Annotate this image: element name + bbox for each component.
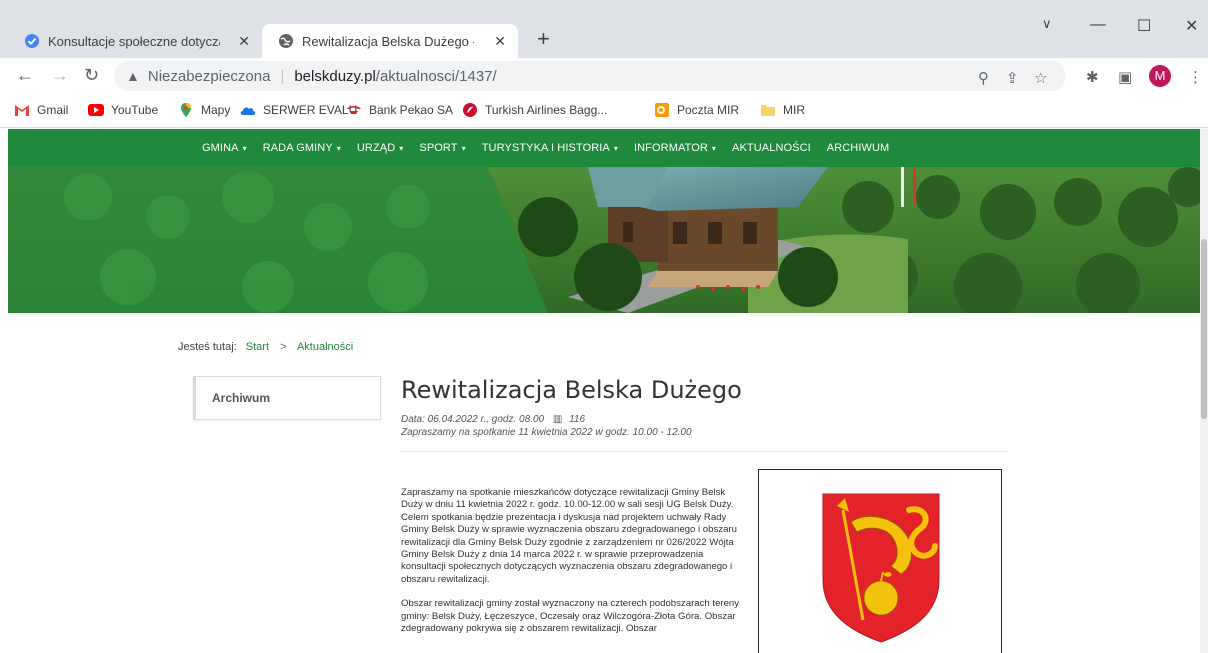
- turkish-airlines-icon: [463, 103, 477, 117]
- bookmark-label: YouTube: [111, 103, 159, 117]
- caret-down-icon: ▾: [613, 144, 618, 153]
- nav-item-turystyka[interactable]: TURYSTYKA I HISTORIA ▾: [482, 142, 618, 154]
- kebab-menu-icon[interactable]: ⋮: [1188, 68, 1203, 86]
- nav-item-rada-gminy[interactable]: RADA GMINY ▾: [263, 142, 341, 154]
- coat-of-arms-icon: [822, 493, 940, 643]
- tab-title: Konsultacje społeczne dotyczące wy: [48, 33, 220, 49]
- tab-title: Rewitalizacja Belska Dużego - Gmin: [302, 33, 474, 49]
- bookmark-bank-pekao[interactable]: Bank Pekao SA: [346, 103, 453, 117]
- bookmark-label: SERWER EVALU: [263, 103, 358, 117]
- back-arrow-icon[interactable]: ←: [16, 64, 34, 86]
- reload-icon[interactable]: ↻: [84, 64, 99, 86]
- tab-search-icon[interactable]: ∨: [1042, 16, 1052, 32]
- article-views: 116: [569, 414, 586, 425]
- youtube-icon: [88, 104, 104, 116]
- bookmark-youtube[interactable]: YouTube: [88, 103, 158, 117]
- bookmark-label: Poczta MIR: [677, 103, 740, 117]
- nav-item-informator[interactable]: INFORMATOR ▾: [634, 142, 716, 154]
- site-main-nav: GMINA ▾ RADA GMINY ▾ URZĄD ▾ SPORT ▾ TURYSTY…: [8, 129, 1200, 167]
- bookmark-label: Mapy: [201, 103, 231, 117]
- caret-down-icon: ▾: [336, 144, 341, 153]
- coat-of-arms-image[interactable]: [758, 469, 1002, 653]
- share-icon[interactable]: ⇪: [1006, 69, 1019, 87]
- article-title: Rewitalizacja Belska Dużego: [401, 376, 742, 404]
- globe-icon: [279, 34, 293, 48]
- bookmark-label: MIR: [783, 103, 805, 117]
- close-tab-icon[interactable]: ✕: [494, 33, 506, 49]
- page-scrollbar[interactable]: [1200, 129, 1208, 653]
- article-body: Zapraszamy na spotkanie mieszkańców doty…: [401, 487, 747, 647]
- address-bar[interactable]: ▲ Niezabezpieczona | belskduzy.pl/aktual…: [114, 61, 1066, 91]
- address-separator: |: [280, 67, 285, 85]
- url-host: belskduzy.pl: [294, 67, 376, 85]
- bookmark-label: Turkish Airlines Bagg...: [485, 103, 608, 117]
- article-meta: Data: 06.04.2022 r., godz. 08.00 ▥ 116 Z…: [401, 413, 692, 439]
- tab-rewitalizacja[interactable]: Rewitalizacja Belska Dużego - Gmin ✕: [262, 24, 518, 58]
- views-bar-chart-icon: ▥: [552, 414, 563, 425]
- close-tab-icon[interactable]: ✕: [238, 33, 250, 49]
- article-paragraph: Zapraszamy na spotkanie mieszkańców doty…: [401, 487, 737, 585]
- breadcrumb-start-link[interactable]: Start: [246, 341, 269, 353]
- minimize-icon[interactable]: —: [1090, 16, 1106, 34]
- forward-arrow-icon[interactable]: →: [51, 64, 69, 86]
- gmail-icon: [15, 105, 29, 116]
- nav-item-gmina[interactable]: GMINA ▾: [202, 142, 247, 154]
- bookmark-gmail[interactable]: Gmail: [14, 103, 68, 117]
- nav-item-sport[interactable]: SPORT ▾: [419, 142, 465, 154]
- close-window-icon[interactable]: ✕: [1185, 16, 1198, 36]
- caret-down-icon: ▾: [399, 144, 404, 153]
- bookmark-star-icon[interactable]: ☆: [1034, 69, 1047, 87]
- caret-down-icon: ▾: [461, 144, 466, 153]
- bookmarks-bar: Gmail YouTube Mapy SERWER EVALU Bank Pek…: [0, 94, 1208, 128]
- nav-item-archiwum[interactable]: ARCHIWUM: [827, 142, 890, 154]
- web-page: GMINA ▾ RADA GMINY ▾ URZĄD ▾ SPORT ▾ TURYSTY…: [0, 129, 1208, 653]
- bookmark-label: Gmail: [37, 103, 69, 117]
- maximize-icon[interactable]: ☐: [1137, 16, 1151, 36]
- browser-tab-strip: Konsultacje społeczne dotyczące wy ✕ Rew…: [0, 0, 1208, 58]
- bookmark-mir-folder[interactable]: MIR: [760, 103, 805, 117]
- cloud-icon: [240, 107, 256, 115]
- side-panel-icon[interactable]: ▣: [1118, 68, 1132, 86]
- divider: [401, 451, 1007, 452]
- bookmark-label: Bank Pekao SA: [369, 103, 454, 117]
- caret-down-icon: ▾: [242, 144, 247, 153]
- maps-pin-icon: [181, 103, 191, 117]
- nav-item-aktualnosci[interactable]: AKTUALNOŚCI: [732, 142, 811, 154]
- profile-avatar[interactable]: M: [1149, 65, 1171, 87]
- security-label[interactable]: Niezabezpieczona: [148, 68, 271, 85]
- sidebar-archive-box[interactable]: Archiwum: [193, 376, 381, 420]
- article-lead: Zapraszamy na spotkanie 11 kwietnia 2022…: [401, 427, 692, 438]
- article-date: Data: 06.04.2022 r., godz. 08.00: [401, 414, 545, 425]
- new-tab-button[interactable]: +: [537, 27, 550, 51]
- zoom-icon[interactable]: ⚲: [978, 69, 989, 87]
- folder-icon: [761, 105, 775, 116]
- outlook-icon: [655, 103, 669, 117]
- sidebar-archive-link[interactable]: Archiwum: [212, 391, 270, 405]
- extensions-puzzle-icon[interactable]: ✱: [1086, 68, 1099, 86]
- tab-konsultacje[interactable]: Konsultacje społeczne dotyczące wy ✕: [8, 24, 262, 58]
- article-paragraph: Obszar rewitalizacji gminy został wyznac…: [401, 598, 740, 635]
- breadcrumb: Jesteś tutaj: Start > Aktualności: [178, 341, 353, 353]
- breadcrumb-aktualnosci-link[interactable]: Aktualności: [297, 341, 353, 353]
- pekao-icon: [347, 106, 361, 114]
- bookmark-mapy[interactable]: Mapy: [178, 103, 230, 117]
- header-banner-image: [8, 167, 1200, 313]
- bookmark-serwer-evalu[interactable]: SERWER EVALU: [240, 103, 357, 117]
- breadcrumb-separator: >: [280, 341, 287, 353]
- caret-down-icon: ▾: [711, 144, 717, 153]
- google-forms-check-icon: [25, 34, 39, 48]
- url-path: /aktualnosci/1437/: [375, 67, 497, 85]
- browser-toolbar: ← → ↻ ▲ Niezabezpieczona | belskduzy.pl /…: [0, 58, 1208, 94]
- bookmark-poczta-mir[interactable]: Poczta MIR: [654, 103, 739, 117]
- bookmark-turkish-airlines[interactable]: Turkish Airlines Bagg...: [462, 103, 607, 117]
- scrollbar-thumb[interactable]: [1201, 239, 1207, 419]
- breadcrumb-prefix: Jesteś tutaj:: [178, 341, 237, 353]
- warning-triangle-icon[interactable]: ▲: [126, 68, 140, 84]
- nav-item-urzad[interactable]: URZĄD ▾: [357, 142, 404, 154]
